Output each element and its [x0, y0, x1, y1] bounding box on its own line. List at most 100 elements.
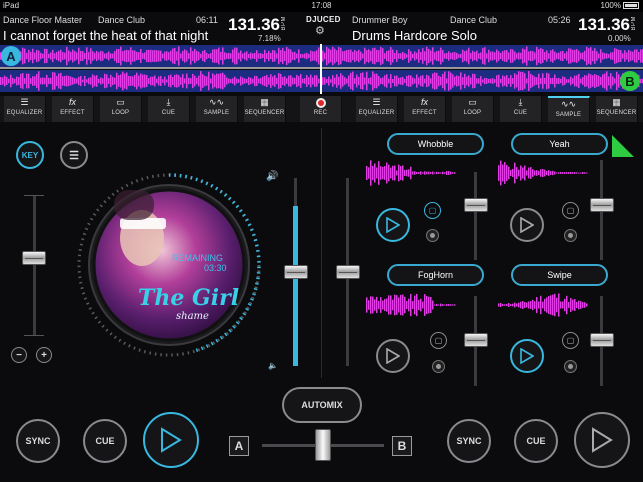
sample-3-volume-thumb[interactable] — [464, 333, 488, 347]
waveform-bar — [44, 77, 46, 85]
sample-1-play-button[interactable] — [376, 208, 410, 242]
sample-4-volume-thumb[interactable] — [590, 333, 614, 347]
equalizer-button-b[interactable]: ☰ EQUALIZER — [356, 96, 398, 122]
waveform-bar — [592, 50, 594, 62]
sample-2-volume-thumb[interactable] — [590, 198, 614, 212]
cue-button-a-bottom[interactable]: CUE — [83, 419, 127, 463]
waveform-bar — [442, 73, 444, 89]
grid-icon: ▦ — [612, 97, 621, 107]
waveform-bar — [558, 293, 560, 317]
crossfader-a-button[interactable]: A — [229, 436, 249, 456]
waveform-bar — [422, 75, 424, 87]
waveform-bar — [530, 167, 532, 179]
rec-button[interactable]: REC — [300, 96, 342, 122]
sample-2-play-button[interactable] — [510, 208, 544, 242]
waveform-bar — [536, 46, 538, 66]
waveform-bar — [292, 52, 294, 60]
waveform-bar — [170, 74, 172, 88]
sample-4-play-button[interactable] — [510, 339, 544, 373]
pitch-slider-track[interactable] — [33, 195, 36, 335]
waveform-bar — [448, 51, 450, 61]
loop-button-b[interactable]: ▭ LOOP — [452, 96, 494, 122]
waveform-bar — [312, 51, 314, 61]
waveform-bar — [584, 75, 586, 87]
key-button[interactable]: KEY — [16, 141, 44, 169]
waveform-bar — [134, 74, 136, 88]
sample-1-name[interactable]: Whobble — [387, 133, 484, 155]
waveform-bar — [192, 51, 194, 61]
waveform-bar — [86, 79, 88, 83]
sample-2-loop-button[interactable]: ▢ — [562, 202, 579, 219]
waveform-bar — [452, 172, 454, 174]
sample-1-loop-button[interactable]: ▢ — [424, 202, 441, 219]
waveform-bar — [556, 172, 558, 174]
loop-button-a[interactable]: ▭ LOOP — [100, 96, 142, 122]
waveform-bar — [352, 51, 354, 61]
effect-button-a[interactable]: fx EFFECT — [52, 96, 94, 122]
sync-button-a[interactable]: SYNC — [16, 419, 60, 463]
sample-3-name[interactable]: FogHorn — [387, 264, 484, 286]
waveform-bar — [526, 46, 528, 66]
sample-button-b[interactable]: ∿∿ SAMPLE — [548, 96, 590, 122]
pitch-minus-button[interactable]: − — [11, 347, 27, 363]
volume-b-thumb[interactable] — [336, 265, 360, 279]
waveform-bar — [140, 49, 142, 63]
speaker-high-icon: 🔊 — [266, 171, 279, 182]
cue-button-b[interactable]: ⤓ CUE — [500, 96, 542, 122]
waveform-bar — [432, 73, 434, 89]
waveform-bar — [484, 47, 486, 65]
waveform-bar — [362, 72, 364, 90]
equalizer-button-a[interactable]: ☰ EQUALIZER — [4, 96, 46, 122]
volume-a-thumb[interactable] — [284, 265, 308, 279]
list-button[interactable]: ☰ — [60, 141, 88, 169]
waveform-bar — [306, 52, 308, 60]
sample-3-loop-button[interactable]: ▢ — [430, 332, 447, 349]
waveform-bar — [126, 49, 128, 63]
sync-button-b[interactable]: SYNC — [447, 419, 491, 463]
sample-1-volume-track[interactable] — [474, 172, 477, 260]
waveform-bar — [400, 166, 402, 180]
automix-button[interactable]: AUTOMIX — [282, 387, 362, 423]
waveform-bar — [56, 76, 58, 86]
waveform-bar — [330, 49, 332, 63]
sample-2-name[interactable]: Yeah — [511, 133, 608, 155]
cue-button-b-bottom[interactable]: CUE — [514, 419, 558, 463]
pitch-slider-thumb[interactable] — [22, 251, 46, 265]
pitch-plus-button[interactable]: + — [36, 347, 52, 363]
crossfader-thumb[interactable] — [315, 429, 331, 461]
cue-button-a[interactable]: ⤓ CUE — [148, 96, 190, 122]
waveform-bar — [308, 54, 310, 58]
waveform-bar — [410, 293, 412, 317]
sample-1-volume-thumb[interactable] — [464, 198, 488, 212]
waveform-bar — [282, 48, 284, 64]
crossfader-b-button[interactable]: B — [392, 436, 412, 456]
waveform-bar — [440, 303, 442, 307]
waveform-bar — [166, 51, 168, 61]
waveform-bar — [418, 77, 420, 85]
sample-4-record-toggle[interactable] — [564, 360, 577, 373]
waveform-bar — [524, 165, 526, 181]
waveform-bar — [340, 47, 342, 65]
effect-button-b[interactable]: fx EFFECT — [404, 96, 446, 122]
play-button-a[interactable] — [143, 412, 199, 468]
waveform-bar — [394, 52, 396, 60]
waveform-bar — [214, 49, 216, 63]
sample-1-record-toggle[interactable] — [426, 229, 439, 242]
sample-3-record-toggle[interactable] — [432, 360, 445, 373]
waveform-bar — [458, 54, 460, 58]
sample-button-a[interactable]: ∿∿ SAMPLE — [196, 96, 238, 122]
sequencer-button-b[interactable]: ▦ SEQUENCER — [596, 96, 638, 122]
play-button-b[interactable] — [574, 412, 630, 468]
waveform-bar — [516, 53, 518, 59]
settings-gear-icon[interactable]: ⚙ — [315, 24, 325, 37]
waveform-bar — [372, 165, 374, 181]
sample-4-loop-button[interactable]: ▢ — [562, 332, 579, 349]
jog-wheel[interactable] — [74, 170, 264, 360]
waveform-bar — [228, 52, 230, 60]
sequencer-button-a[interactable]: ▦ SEQUENCER — [244, 96, 286, 122]
sample-3-play-button[interactable] — [376, 339, 410, 373]
waveform-bar — [460, 72, 462, 90]
sample-4-name[interactable]: Swipe — [511, 264, 608, 286]
waveform-bar — [374, 163, 376, 183]
sample-2-record-toggle[interactable] — [564, 229, 577, 242]
